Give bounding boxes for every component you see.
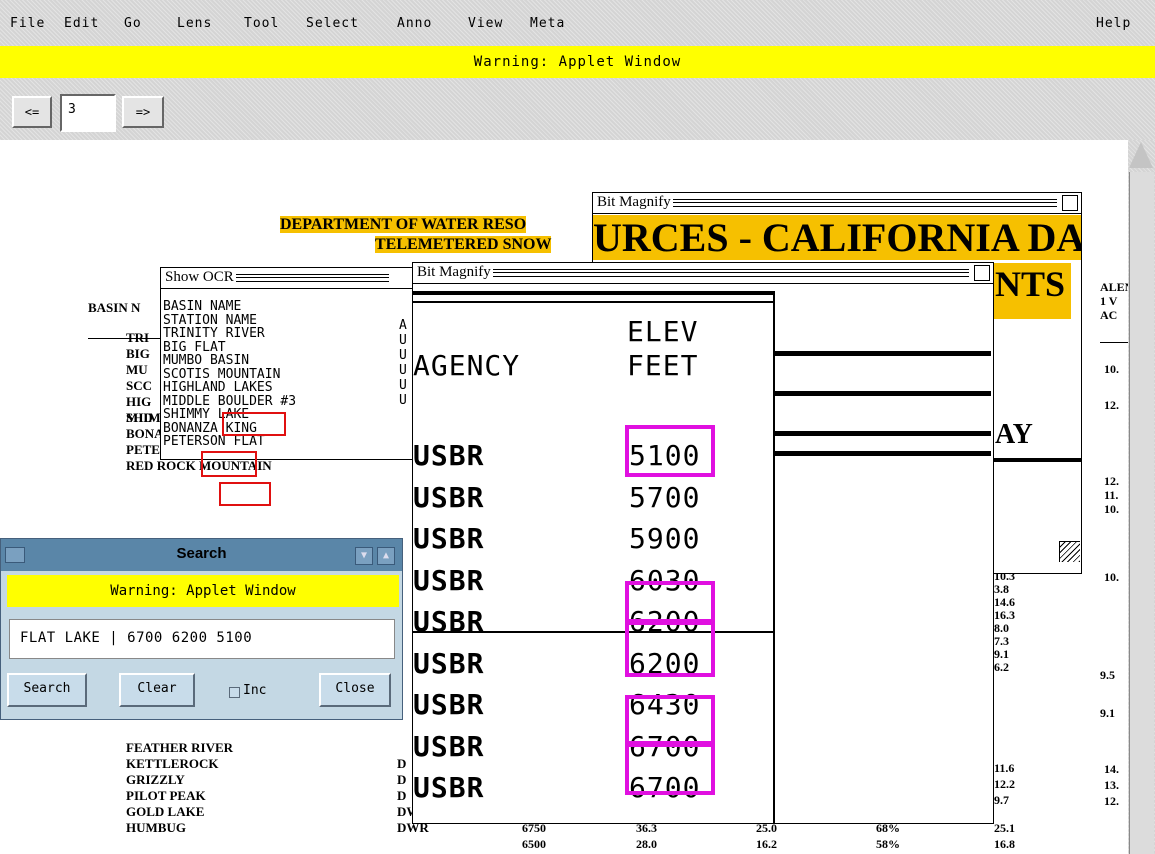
magnified-right-text: AY (995, 419, 1033, 450)
mag-vertical-rule (773, 291, 775, 823)
doc-gold-humbug-col5: 25.1 16.8 (994, 821, 1015, 851)
bit-magnify-1-close-box[interactable] (1062, 195, 1078, 211)
bit-magnify-2-title: Bit Magnify (417, 264, 493, 281)
scroll-thumb[interactable] (1129, 172, 1154, 854)
col-basin-header: BASIN N (88, 300, 141, 315)
doc-title-line1: DEPARTMENT OF WATER RESO (280, 216, 527, 233)
menu-meta[interactable]: Meta (530, 16, 565, 31)
mag-agencies: USBR USBR USBR USBR USBR USBR USBR USBR … (413, 439, 485, 804)
mag-col-agency: AGENCY (413, 349, 521, 382)
doc-gold-humbug-col3: 25.0 16.2 (756, 821, 777, 851)
magnified-rule (993, 458, 1081, 462)
doc-row-prefixes: TRI BIG MU SCC HIG MID (126, 330, 153, 425)
search-title: Search (176, 545, 227, 562)
mag-rule-top2 (413, 301, 775, 303)
search-query-input[interactable]: FLAT LAKE | 6700 6200 5100 (9, 619, 395, 659)
doc-gold-humbug-values: 6750 6500 (522, 821, 546, 851)
search-hit-box (625, 695, 715, 747)
prev-page-button[interactable]: <= (12, 96, 52, 128)
doc-right-v9: 14. (1104, 762, 1119, 776)
menu-go[interactable]: Go (124, 16, 142, 31)
search-applet-warning: Warning: Applet Window (7, 575, 399, 607)
inc-label: Inc (243, 683, 267, 698)
doc-right-v6: 10. (1104, 570, 1119, 584)
mag-col-feet: FEET (627, 349, 699, 382)
resize-grip-icon[interactable] (1059, 541, 1080, 562)
doc-right-v4: 11. (1104, 488, 1119, 502)
maximize-icon[interactable]: ▲ (377, 547, 395, 565)
magnified-header: URCES - CALIFORNIA DA (593, 215, 1081, 261)
menu-help[interactable]: Help (1096, 16, 1131, 31)
search-hit-box (625, 425, 715, 477)
next-page-button[interactable]: => (122, 96, 164, 128)
menu-bar: File Edit Go Lens Tool Select Anno View … (0, 0, 1155, 46)
doc-right-v1: 10. (1104, 362, 1119, 376)
show-ocr-window: Show OCR BASIN NAME STATION NAME TRINITY… (160, 267, 414, 460)
doc-bottom-names: FEATHER RIVER KETTLEROCK GRIZZLY PILOT P… (126, 740, 234, 835)
search-dialog: Search ▼ ▲ Warning: Applet Window FLAT L… (0, 538, 403, 720)
mag-col-elev: ELEV (627, 315, 699, 348)
mag-rule-top (413, 291, 775, 295)
doc-right-header: ALEN 1 V AC (1100, 280, 1128, 322)
menu-view[interactable]: View (468, 16, 503, 31)
doc-gold-humbug-col4: 68% 58% (876, 821, 900, 851)
bit-magnify-1-titlebar[interactable]: Bit Magnify (593, 193, 1081, 214)
doc-mid-values: 10.3 3.8 14.6 16.3 8.0 7.3 9.1 6.2 (994, 569, 1015, 674)
magnified-sub: NTS (995, 264, 1066, 304)
bit-magnify-window-2: Bit Magnify ELEV AGENCY FEET USBR USBR U… (412, 262, 994, 824)
mag-hrule-1 (775, 351, 991, 356)
doc-gold-humbug-col2: 36.3 28.0 (636, 821, 657, 851)
menu-tool[interactable]: Tool (244, 16, 279, 31)
ocr-match-highlight (222, 412, 286, 436)
scroll-up-arrow-icon[interactable] (1129, 142, 1153, 168)
page-number-input[interactable]: 3 (60, 94, 116, 132)
menu-lens[interactable]: Lens (177, 16, 212, 31)
doc-mid-values-bottom: 11.6 12.2 9.7 (994, 761, 1015, 807)
show-ocr-title: Show OCR (165, 269, 236, 286)
search-button[interactable]: Search (7, 673, 87, 707)
show-ocr-titlebar[interactable]: Show OCR (161, 268, 413, 289)
search-hit-box (625, 619, 715, 677)
inc-checkbox[interactable] (229, 687, 240, 698)
menu-anno[interactable]: Anno (397, 16, 432, 31)
mag-hrule-2 (775, 391, 991, 396)
doc-right-v11: 12. (1104, 794, 1119, 808)
doc-right-v7: 9.5 (1100, 668, 1115, 682)
toolbar (0, 78, 1155, 140)
menu-select[interactable]: Select (306, 16, 359, 31)
bit-magnify-2-titlebar[interactable]: Bit Magnify (413, 263, 993, 284)
doc-right-v3: 12. (1104, 474, 1119, 488)
search-hit-box (625, 741, 715, 795)
minimize-icon[interactable]: ▼ (355, 547, 373, 565)
doc-right-v5: 10. (1104, 502, 1119, 516)
right-header-rule (1100, 342, 1128, 343)
menu-file[interactable]: File (10, 16, 45, 31)
doc-right-v10: 13. (1104, 778, 1119, 792)
applet-warning-bar: Warning: Applet Window (0, 46, 1155, 78)
doc-right-v8: 9.1 (1100, 706, 1115, 720)
bit-magnify-1-title: Bit Magnify (597, 194, 673, 211)
mag-hrule-3 (775, 431, 991, 436)
doc-title-line2: TELEMETERED SNOW (375, 236, 552, 253)
clear-button[interactable]: Clear (119, 673, 195, 707)
menu-edit[interactable]: Edit (64, 16, 99, 31)
doc-right-v2: 12. (1104, 398, 1119, 412)
ocr-agency-col: A U U U U U (399, 318, 407, 408)
bit-magnify-2-close-box[interactable] (974, 265, 990, 281)
ocr-match-highlight (219, 482, 271, 506)
close-button[interactable]: Close (319, 673, 391, 707)
mag-hrule-4 (775, 451, 991, 456)
search-titlebar[interactable]: Search ▼ ▲ (1, 539, 402, 571)
ocr-match-highlight (201, 451, 257, 477)
